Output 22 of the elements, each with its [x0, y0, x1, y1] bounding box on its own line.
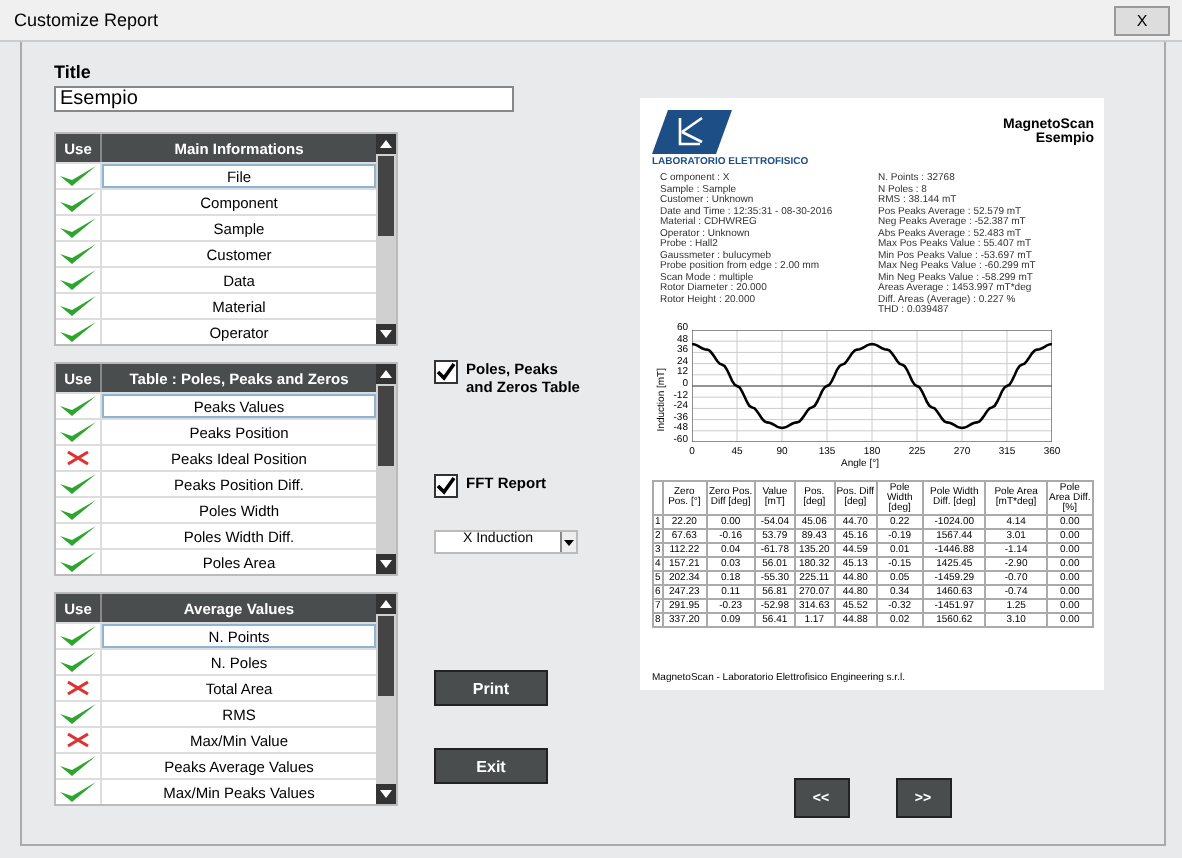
logo-icon — [652, 110, 732, 154]
scrollbar[interactable] — [376, 134, 396, 344]
scroll-up-icon[interactable] — [376, 134, 396, 154]
scrollbar[interactable] — [376, 594, 396, 804]
print-button[interactable]: Print — [434, 670, 548, 706]
window-title: Customize Report — [14, 10, 159, 30]
scroll-down-icon[interactable] — [376, 554, 396, 574]
caret-icon — [560, 532, 576, 552]
check-icon[interactable] — [56, 320, 102, 344]
checkbox[interactable] — [434, 360, 458, 384]
title-label: Title — [54, 62, 93, 82]
scroll-down-icon[interactable] — [376, 784, 396, 804]
check-icon[interactable] — [56, 780, 102, 804]
checkbox[interactable] — [434, 474, 458, 498]
title-field[interactable]: Esempio — [54, 86, 514, 112]
check-icon[interactable] — [56, 550, 102, 574]
scroll-up-icon[interactable] — [376, 594, 396, 614]
close-button[interactable]: X — [1114, 5, 1170, 35]
scroll-up-icon[interactable] — [376, 364, 396, 384]
exit-button[interactable]: Exit — [434, 748, 548, 784]
scroll-down-icon[interactable] — [376, 324, 396, 344]
scrollbar[interactable] — [376, 364, 396, 574]
